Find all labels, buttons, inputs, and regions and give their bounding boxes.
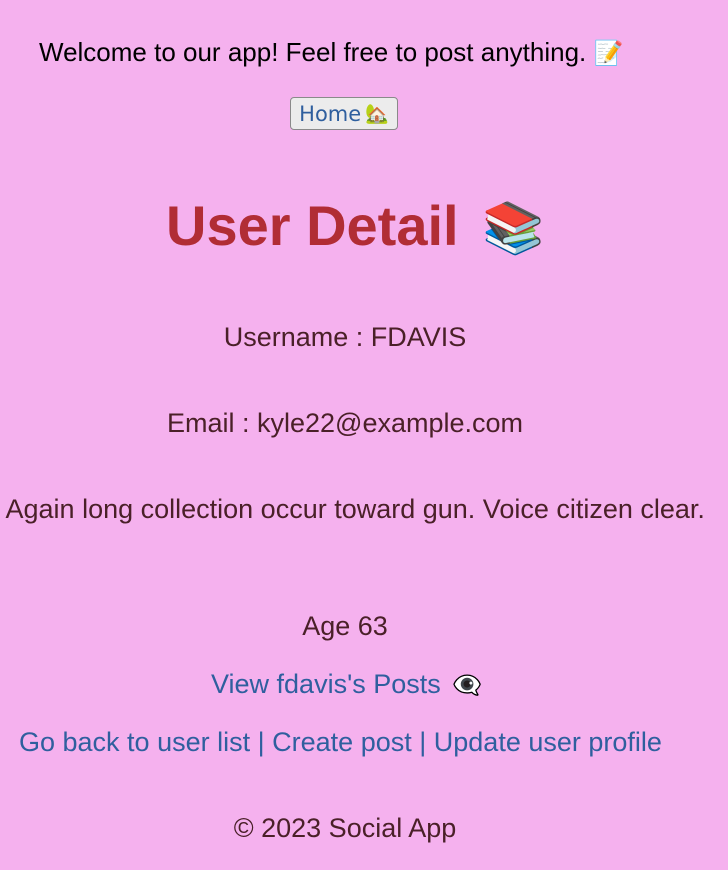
user-actions-nav: Go back to user list | Create post | Upd… xyxy=(19,725,662,759)
user-bio: . Again long collection occur toward gun… xyxy=(0,494,705,524)
books-icon: 📚 xyxy=(482,200,545,256)
welcome-message: Welcome to our app! Feel free to post an… xyxy=(39,36,623,70)
eye-speech-icon: 👁️‍🗨️ xyxy=(452,672,483,699)
page-title: User Detail 📚 xyxy=(166,192,544,262)
footer-copyright: © 2023 Social App xyxy=(233,813,457,843)
home-button-label: Home xyxy=(299,101,362,126)
update-profile-link[interactable]: Update user profile xyxy=(434,727,662,757)
email-field: Email : kyle22@example.com xyxy=(166,408,524,438)
welcome-text: Welcome to our app! Feel free to post an… xyxy=(39,37,587,67)
nav-separator: | xyxy=(257,727,265,757)
page-title-text: User Detail xyxy=(166,194,459,257)
back-to-user-list-link[interactable]: Go back to user list xyxy=(19,727,250,757)
home-button[interactable]: Home 🏡 xyxy=(290,97,398,130)
username-field: Username : FDAVIS xyxy=(223,322,467,352)
view-posts-link[interactable]: View fdavis's Posts 👁️‍🗨️ xyxy=(211,667,482,703)
create-post-link[interactable]: Create post xyxy=(272,727,412,757)
age-field: Age 63 xyxy=(302,611,388,641)
house-icon: 🏡 xyxy=(365,103,389,125)
view-posts-label: View fdavis's Posts xyxy=(211,669,441,699)
memo-icon: 📝 xyxy=(593,40,624,67)
nav-separator: | xyxy=(419,727,427,757)
